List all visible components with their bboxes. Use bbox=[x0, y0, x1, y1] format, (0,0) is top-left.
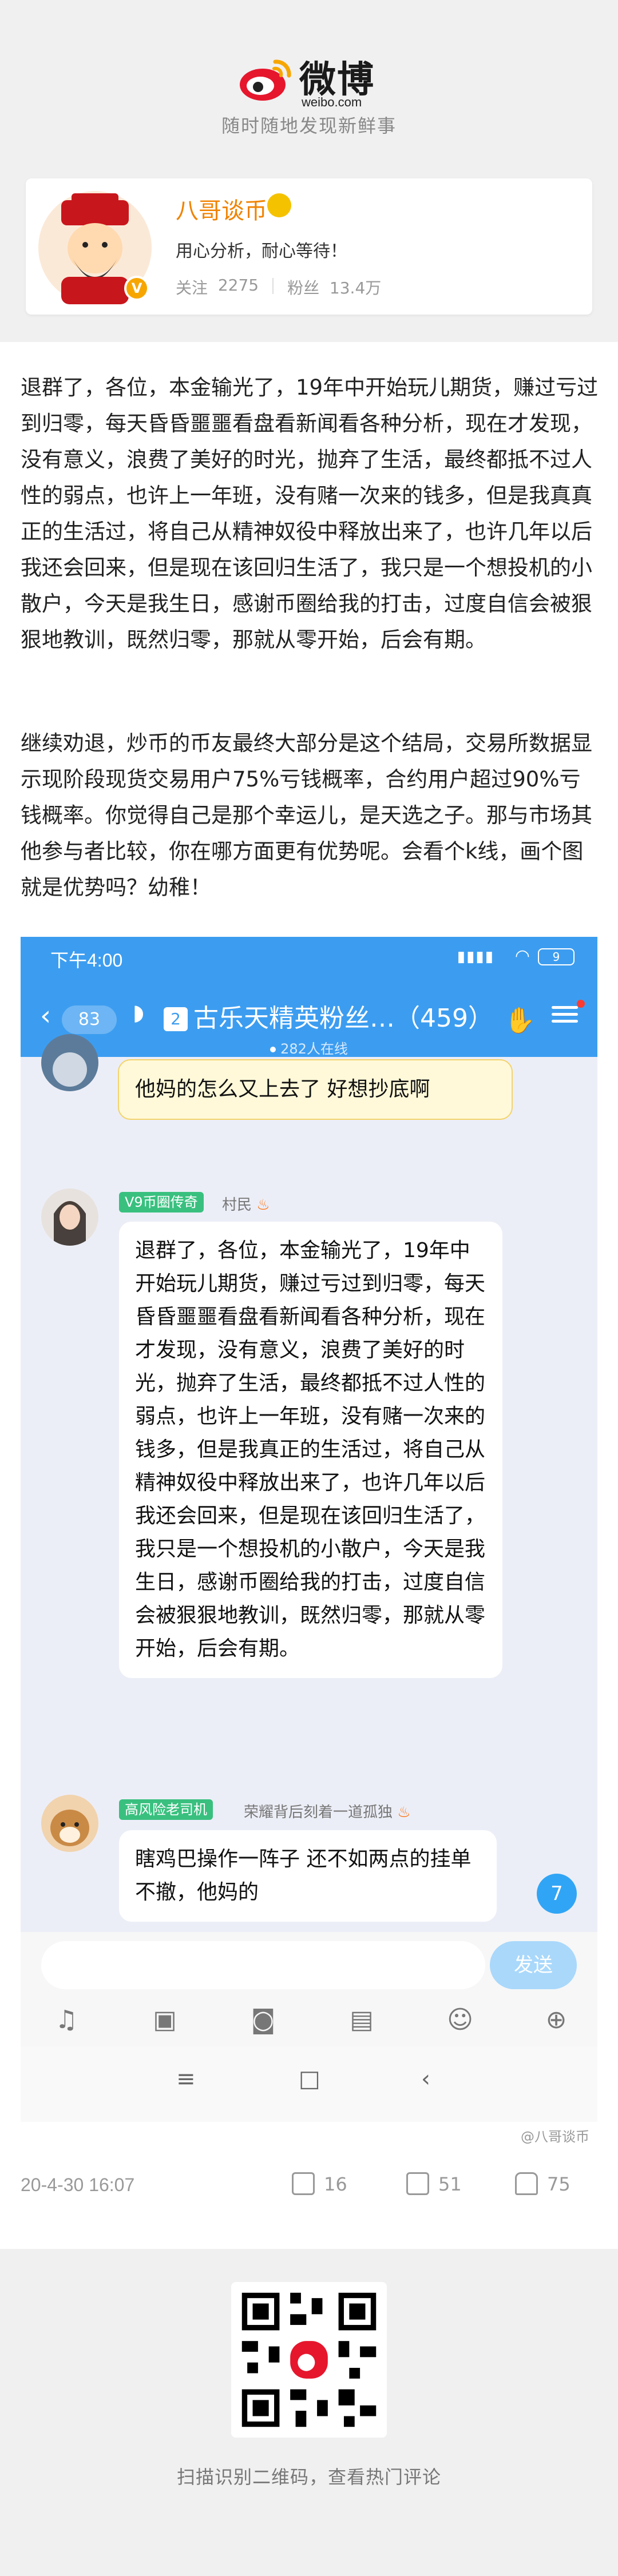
member-title-tag: V9币圈传奇 bbox=[119, 1192, 204, 1213]
avatar[interactable] bbox=[41, 1188, 98, 1246]
microphone-icon[interactable]: ♫ bbox=[49, 2003, 84, 2037]
fans-label: 粉丝 bbox=[287, 279, 320, 297]
post-paragraph: 退群了，各位，本金输光了，19年中开始玩儿期货，赚过亏过到归零，每天昏昏噩噩看盘… bbox=[21, 375, 599, 652]
fire-icon: ♨ bbox=[256, 1196, 270, 1214]
menu-icon[interactable] bbox=[552, 1002, 578, 1028]
chat-input-row: 发送 bbox=[21, 1932, 597, 1995]
camera-icon[interactable]: ◙ bbox=[246, 2003, 280, 2037]
fire-icon: ♨ bbox=[397, 1804, 411, 1821]
group-title-text: 古乐天精英粉丝…（459） bbox=[193, 1004, 493, 1033]
back-nav-icon[interactable]: ‹ bbox=[421, 2066, 430, 2092]
profile-bio: 用心分析，耐心等待！ bbox=[176, 241, 347, 261]
post-footer: 20-4-30 16:07 16 51 75 bbox=[0, 2161, 618, 2212]
emoji-icon[interactable]: ☺ bbox=[443, 2003, 477, 2037]
profile-stats: 关注 2275 粉丝 13.4万 bbox=[176, 276, 381, 299]
comment-icon bbox=[406, 2172, 429, 2195]
home-nav-icon[interactable]: □ bbox=[299, 2066, 320, 2092]
unread-count-badge[interactable]: 7 bbox=[537, 1874, 577, 1914]
share-icon bbox=[292, 2172, 315, 2195]
status-time: 下午4:00 bbox=[50, 950, 123, 971]
chat-bubble: 瞎鸡巴操作一阵子 还不如两点的挂单不撤，他妈的 bbox=[119, 1830, 497, 1922]
red-packet-icon[interactable]: ▤ bbox=[344, 2003, 379, 2037]
weibo-logo: 微博 weibo.com bbox=[237, 50, 381, 113]
message-input[interactable] bbox=[41, 1941, 485, 1989]
weibo-domain: weibo.com bbox=[302, 95, 362, 109]
post-time: 20-4-30 16:07 bbox=[21, 2175, 135, 2195]
post-paragraph: 继续劝退，炒币的币友最终大部分是这个结局，交易所数据显示现阶段现货交易用户75%… bbox=[21, 731, 592, 900]
thumbs-up-icon bbox=[515, 2172, 538, 2195]
image-icon[interactable]: ▣ bbox=[148, 2003, 182, 2037]
weibo-eye-icon bbox=[240, 59, 291, 101]
chat-navbar: ‹ 83 ◗ 2 古乐天精英粉丝…（459） 282人在线 ✋ bbox=[21, 979, 597, 1057]
screenshot-credit: @八哥谈币 bbox=[521, 2129, 589, 2145]
chat-bubble: 他妈的怎么又上去了 好想抄底啊 bbox=[118, 1059, 513, 1120]
ear-icon: ◗ bbox=[133, 1000, 145, 1025]
stat-divider bbox=[272, 278, 274, 294]
weibo-slogan: 随时随地发现新鲜事 bbox=[221, 115, 397, 137]
send-button[interactable]: 发送 bbox=[490, 1941, 577, 1989]
weibo-header: 微博 weibo.com 随时随地发现新鲜事 bbox=[0, 0, 618, 172]
profile-card[interactable]: V 八哥谈币 用心分析，耐心等待！ 关注 2275 粉丝 13.4万 bbox=[26, 178, 592, 315]
back-chevron-icon[interactable]: ‹ bbox=[40, 1002, 51, 1029]
profile-name[interactable]: 八哥谈币 bbox=[176, 192, 267, 225]
notification-dot bbox=[577, 1000, 585, 1008]
back-unread-count[interactable]: 83 bbox=[62, 1005, 117, 1034]
member-role: 村民 ♨ bbox=[222, 1196, 270, 1214]
battery-icon: 9 bbox=[538, 948, 575, 965]
chat-toolbar: ♫ ▣ ◙ ▤ ☺ ⊕ bbox=[21, 1995, 597, 2046]
share-button[interactable]: 16 bbox=[292, 2172, 347, 2195]
qr-code-icon bbox=[241, 2292, 377, 2427]
group-number-badge: 2 bbox=[164, 1007, 188, 1031]
signal-icon: ▮▮▮▮ bbox=[457, 948, 494, 965]
plus-icon[interactable]: ⊕ bbox=[539, 2003, 573, 2037]
verified-badge: V bbox=[124, 276, 149, 301]
hand-icon[interactable]: ✋ bbox=[504, 1005, 536, 1035]
member-role: 荣耀背后刻着一道孤独 ♨ bbox=[244, 1804, 411, 1821]
status-bar: 下午4:00 ▮▮▮▮ ◠ 9 bbox=[21, 937, 597, 979]
qr-code[interactable] bbox=[231, 2282, 387, 2438]
group-title: 2 古乐天精英粉丝…（459） bbox=[164, 997, 493, 1034]
avatar[interactable] bbox=[41, 1034, 98, 1091]
menu-nav-icon[interactable]: ≡ bbox=[176, 2066, 196, 2092]
online-count: 282人在线 bbox=[21, 1037, 597, 1058]
wifi-icon: ◠ bbox=[514, 946, 530, 966]
comment-button[interactable]: 51 bbox=[406, 2172, 462, 2195]
chat-screenshot[interactable]: 下午4:00 ▮▮▮▮ ◠ 9 ‹ 83 ◗ 2 古乐天精英粉丝…（459） 28… bbox=[21, 937, 597, 2122]
follow-label: 关注 bbox=[176, 279, 208, 297]
qr-caption: 扫描识别二维码，查看热门评论 bbox=[176, 2466, 441, 2488]
chat-bubble: 退群了，各位，本金输光了，19年中开始玩儿期货，赚过亏过到归零，每天昏昏噩噩看盘… bbox=[119, 1222, 502, 1678]
smile-emoji-icon bbox=[267, 193, 291, 217]
like-button[interactable]: 75 bbox=[515, 2172, 571, 2195]
online-dot-icon bbox=[270, 1047, 276, 1052]
follow-count: 2275 bbox=[217, 276, 259, 295]
avatar[interactable] bbox=[41, 1795, 98, 1852]
fans-count: 13.4万 bbox=[329, 279, 382, 297]
member-title-tag: 高风险老司机 bbox=[119, 1799, 213, 1820]
system-nav-bar: ≡ □ ‹ bbox=[21, 2046, 597, 2122]
